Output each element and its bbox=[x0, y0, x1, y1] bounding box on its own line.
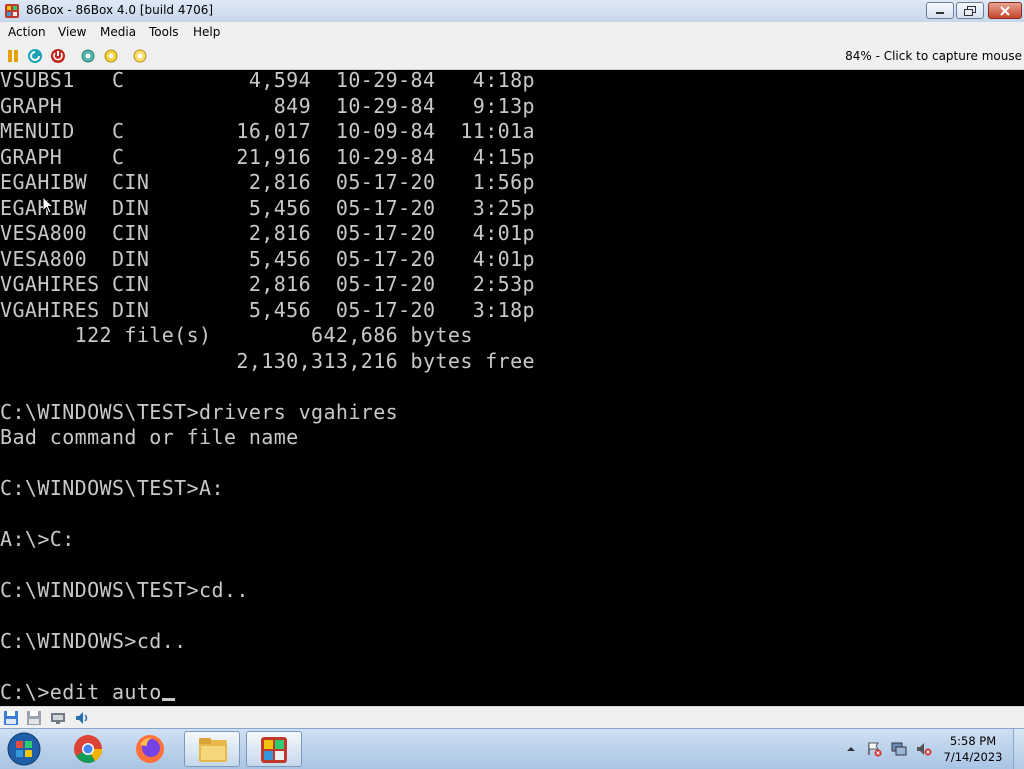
floppy-icon[interactable] bbox=[3, 710, 19, 726]
window-title: 86Box - 86Box 4.0 [build 4706] bbox=[26, 3, 214, 17]
menu-bar: Action View Media Tools Help bbox=[0, 22, 1024, 43]
settings-icon-3[interactable] bbox=[132, 48, 148, 64]
settings-icon[interactable] bbox=[80, 48, 96, 64]
reset-icon[interactable] bbox=[27, 48, 43, 64]
firefox-taskbar-button[interactable] bbox=[122, 731, 178, 767]
network-icon[interactable] bbox=[891, 741, 907, 757]
sound-icon[interactable] bbox=[74, 710, 90, 726]
text-cursor bbox=[161, 698, 175, 701]
action-center-icon[interactable] bbox=[866, 741, 882, 757]
mouse-pointer-icon bbox=[43, 197, 55, 214]
file-explorer-taskbar-button[interactable] bbox=[184, 731, 240, 767]
power-icon[interactable] bbox=[50, 48, 66, 64]
firefox-icon bbox=[136, 735, 164, 763]
close-icon bbox=[1000, 5, 1010, 16]
windows-start-icon[interactable] bbox=[4, 730, 44, 768]
86box-taskbar-button[interactable] bbox=[246, 731, 302, 767]
mouse-capture-status[interactable]: 84% - Click to capture mouse bbox=[845, 49, 1022, 63]
menu-view[interactable]: View bbox=[58, 25, 86, 39]
minimize-icon bbox=[936, 11, 944, 14]
console-output: VSUBS1 C 4,594 10-29-84 4:18p GRAPH 849 … bbox=[0, 70, 535, 653]
status-bar bbox=[0, 706, 1024, 729]
minimize-button[interactable] bbox=[926, 2, 954, 19]
chrome-icon bbox=[74, 735, 102, 763]
show-hidden-icons-chevron[interactable] bbox=[843, 741, 859, 757]
show-desktop-button[interactable] bbox=[1013, 729, 1024, 769]
menu-media[interactable]: Media bbox=[100, 25, 136, 39]
menu-help[interactable]: Help bbox=[193, 25, 220, 39]
clock-date: 7/14/2023 bbox=[943, 750, 1003, 764]
command-prompt-line: C:\>edit auto bbox=[0, 680, 162, 704]
windows-taskbar: 5:58 PM 7/14/2023 bbox=[0, 728, 1024, 769]
volume-muted-icon[interactable] bbox=[916, 741, 932, 757]
system-clock[interactable]: 5:58 PM 7/14/2023 bbox=[938, 733, 1008, 765]
window-title-bar[interactable]: 86Box - 86Box 4.0 [build 4706] bbox=[0, 0, 1024, 23]
floppy-icon-2[interactable] bbox=[26, 710, 42, 726]
file-explorer-icon bbox=[199, 738, 227, 762]
menu-tools[interactable]: Tools bbox=[149, 25, 179, 39]
emulator-screen[interactable]: VSUBS1 C 4,594 10-29-84 4:18p GRAPH 849 … bbox=[0, 70, 1024, 706]
clock-time: 5:58 PM bbox=[949, 734, 997, 748]
toolbar: 84% - Click to capture mouse bbox=[0, 43, 1024, 70]
menu-action[interactable]: Action bbox=[8, 25, 46, 39]
restore-icon bbox=[964, 5, 976, 16]
86box-taskbar-icon bbox=[261, 737, 287, 763]
network-icon[interactable] bbox=[50, 710, 66, 726]
86box-app-icon bbox=[5, 4, 19, 18]
close-button[interactable] bbox=[988, 2, 1022, 19]
maximize-button[interactable] bbox=[956, 2, 984, 19]
pause-icon[interactable] bbox=[5, 48, 21, 64]
chrome-taskbar-button[interactable] bbox=[60, 731, 116, 767]
settings-icon-2[interactable] bbox=[103, 48, 119, 64]
dos-console: VSUBS1 C 4,594 10-29-84 4:18p GRAPH 849 … bbox=[0, 70, 535, 706]
